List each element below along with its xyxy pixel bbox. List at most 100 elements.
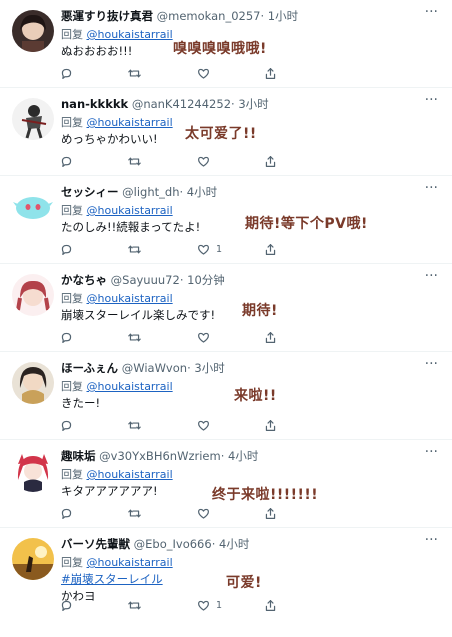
tweet-time[interactable]: · 3小时	[231, 97, 269, 111]
avatar[interactable]	[12, 538, 54, 580]
author-handle[interactable]: @Sayuuu72	[111, 273, 180, 287]
like-button[interactable]: 1	[197, 597, 222, 613]
reply-button[interactable]	[60, 241, 73, 257]
like-button[interactable]	[197, 65, 216, 81]
reply-to-link[interactable]: @houkaistarrail	[87, 292, 173, 305]
retweet-button[interactable]	[128, 597, 141, 613]
retweet-button[interactable]	[128, 153, 141, 169]
reply-button[interactable]	[60, 417, 73, 433]
avatar[interactable]	[12, 10, 54, 52]
reply-prefix: 回复	[61, 28, 83, 41]
share-button[interactable]	[264, 153, 277, 169]
author-handle[interactable]: @Ebo_Ivo666	[134, 537, 212, 551]
reply-to-link[interactable]: @houkaistarrail	[87, 380, 173, 393]
annotation-text: 终于来啦!!!!!!!	[212, 487, 319, 503]
avatar[interactable]	[12, 274, 54, 316]
hashtag-link[interactable]: #崩壊スターレイル	[61, 572, 163, 586]
reply-tweet[interactable]: かなちゃ @Sayuuu72· 10分钟 ··· 回复 @houkaistarr…	[0, 264, 452, 352]
reply-prefix: 回复	[61, 204, 83, 217]
reply-button[interactable]	[60, 505, 73, 521]
share-icon	[264, 419, 277, 432]
avatar[interactable]	[12, 98, 54, 140]
like-button[interactable]: 1	[197, 241, 222, 257]
reply-prefix: 回复	[61, 468, 83, 481]
tweet-actions: 1	[56, 597, 296, 613]
heart-icon	[197, 155, 210, 168]
reply-button[interactable]	[60, 329, 73, 345]
retweet-button[interactable]	[128, 505, 141, 521]
reply-icon	[60, 599, 73, 612]
reply-tweet[interactable]: 悪運すり抜け真君 @memokan_0257· 1小时 ··· 回复 @houk…	[0, 0, 452, 88]
like-button[interactable]	[197, 417, 216, 433]
reply-tweet[interactable]: セッシィー @light_dh· 4小时 ··· 回复 @houkaistarr…	[0, 176, 452, 264]
reply-button[interactable]	[60, 597, 73, 613]
reply-tweet[interactable]: nan-kkkkk @nanK41244252· 3小时 ··· 回复 @hou…	[0, 88, 452, 176]
retweet-button[interactable]	[128, 241, 141, 257]
more-options-icon[interactable]: ···	[425, 93, 438, 107]
retweet-button[interactable]	[128, 417, 141, 433]
retweet-icon	[128, 419, 141, 432]
avatar[interactable]	[12, 450, 54, 492]
author-handle[interactable]: @memokan_0257	[157, 9, 261, 23]
tweet-time[interactable]: · 4小时	[212, 537, 250, 551]
author-name[interactable]: セッシィー	[61, 185, 119, 199]
like-count: 1	[216, 599, 223, 611]
author-name[interactable]: かなちゃ	[61, 273, 107, 287]
author-name[interactable]: 悪運すり抜け真君	[61, 9, 153, 23]
share-button[interactable]	[264, 597, 277, 613]
reply-tweet[interactable]: ほーふぇん @WiaWvon· 3小时 ··· 回复 @houkaistarra…	[0, 352, 452, 440]
like-count: 1	[216, 243, 223, 255]
reply-tweet[interactable]: バーソ先輩獣 @Ebo_Ivo666· 4小时 ··· 回复 @houkaist…	[0, 528, 452, 637]
tweet-time[interactable]: · 10分钟	[180, 273, 225, 287]
reply-context: 回复 @houkaistarrail	[61, 555, 173, 570]
author-name[interactable]: ほーふぇん	[61, 361, 118, 375]
author-name[interactable]: バーソ先輩獣	[61, 537, 130, 551]
reply-to-link[interactable]: @houkaistarrail	[87, 28, 173, 41]
tweet-time[interactable]: · 1小时	[260, 9, 298, 23]
more-options-icon[interactable]: ···	[425, 181, 438, 195]
tweet-time[interactable]: · 3小时	[187, 361, 225, 375]
avatar[interactable]	[12, 186, 54, 228]
share-icon	[264, 331, 277, 344]
share-icon	[264, 507, 277, 520]
tweet-header: nan-kkkkk @nanK41244252· 3小时	[61, 97, 416, 112]
reply-button[interactable]	[60, 65, 73, 81]
share-button[interactable]	[264, 65, 277, 81]
more-options-icon[interactable]: ···	[425, 269, 438, 283]
like-button[interactable]	[197, 153, 216, 169]
hashtag-line: #崩壊スターレイル	[61, 572, 163, 587]
reply-context: 回复 @houkaistarrail	[61, 467, 173, 482]
author-name[interactable]: nan-kkkkk	[61, 97, 128, 111]
reply-to-link[interactable]: @houkaistarrail	[87, 556, 173, 569]
reply-button[interactable]	[60, 153, 73, 169]
reply-tweet[interactable]: 趣味垢 @v30YxBH6nWzriem· 4小时 ··· 回复 @houkai…	[0, 440, 452, 528]
author-handle[interactable]: @WiaWvon	[122, 361, 187, 375]
reply-to-link[interactable]: @houkaistarrail	[87, 116, 173, 129]
retweet-button[interactable]	[128, 329, 141, 345]
share-button[interactable]	[264, 329, 277, 345]
more-options-icon[interactable]: ···	[425, 533, 438, 547]
author-name[interactable]: 趣味垢	[61, 449, 96, 463]
reply-icon	[60, 419, 73, 432]
share-button[interactable]	[264, 417, 277, 433]
annotation-text: 可爱!	[226, 575, 262, 591]
reply-to-link[interactable]: @houkaistarrail	[87, 204, 173, 217]
like-button[interactable]	[197, 329, 216, 345]
tweet-time[interactable]: · 4小时	[179, 185, 217, 199]
tweet-time[interactable]: · 4小时	[221, 449, 259, 463]
author-handle[interactable]: @nanK41244252	[132, 97, 231, 111]
reply-to-link[interactable]: @houkaistarrail	[87, 468, 173, 481]
share-button[interactable]	[264, 241, 277, 257]
more-options-icon[interactable]: ···	[425, 445, 438, 459]
share-button[interactable]	[264, 505, 277, 521]
author-handle[interactable]: @v30YxBH6nWzriem	[99, 449, 221, 463]
avatar[interactable]	[12, 362, 54, 404]
author-handle[interactable]: @light_dh	[122, 185, 179, 199]
like-button[interactable]	[197, 505, 216, 521]
more-options-icon[interactable]: ···	[425, 5, 438, 19]
tweet-actions	[56, 505, 296, 521]
retweet-button[interactable]	[128, 65, 141, 81]
retweet-icon	[128, 507, 141, 520]
reply-context: 回复 @houkaistarrail	[61, 27, 173, 42]
more-options-icon[interactable]: ···	[425, 357, 438, 371]
